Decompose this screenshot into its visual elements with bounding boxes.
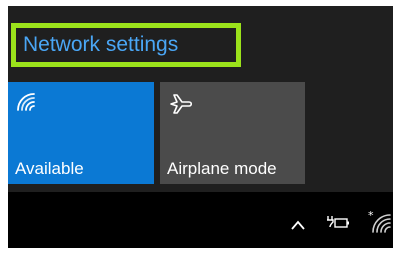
wifi-icon [16, 92, 38, 117]
airplane-mode-tile[interactable]: Airplane mode [160, 82, 305, 184]
network-settings-link[interactable]: Network settings [11, 23, 241, 67]
wifi-tray-icon[interactable]: * [368, 209, 392, 239]
chevron-up-icon[interactable] [291, 217, 305, 235]
wifi-tile-label: Available [15, 159, 84, 178]
network-flyout: Network settings Available Airplane mode [8, 6, 393, 248]
airplane-tile-label: Airplane mode [167, 159, 277, 178]
battery-charging-icon[interactable] [326, 214, 350, 235]
taskbar: * [8, 192, 393, 248]
svg-text:*: * [368, 210, 374, 222]
airplane-icon [168, 92, 194, 121]
wifi-quick-action-tile[interactable]: Available [8, 82, 154, 184]
